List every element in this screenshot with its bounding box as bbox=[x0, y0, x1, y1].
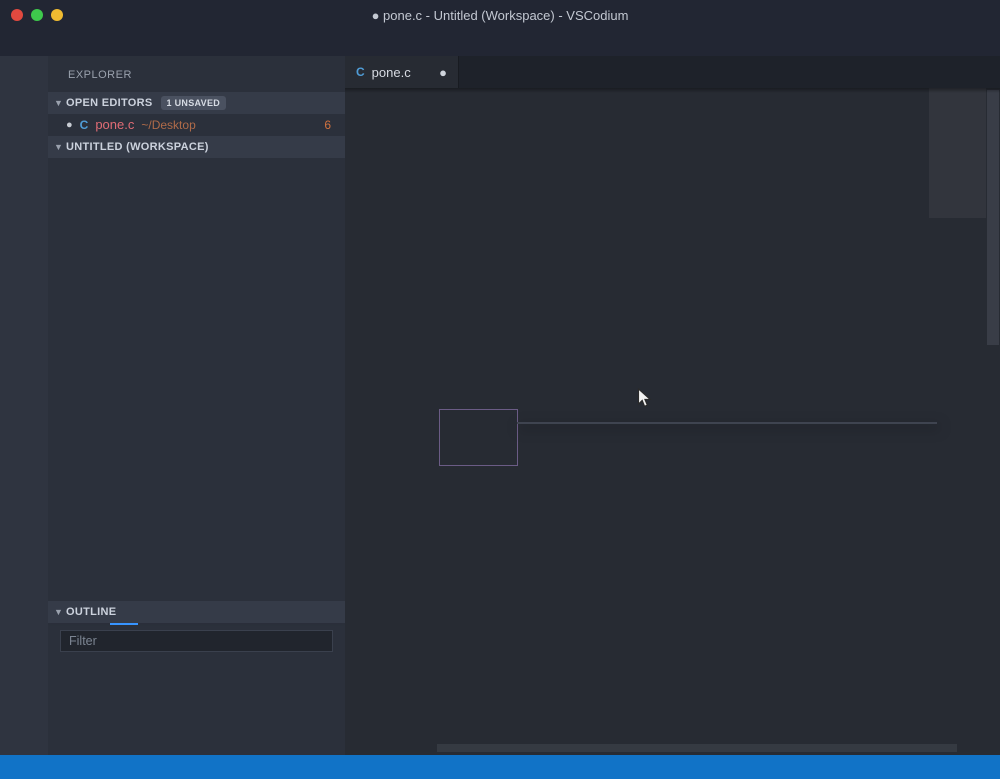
chevron-down-icon: ▼ bbox=[54, 141, 64, 152]
chevron-down-icon: ▼ bbox=[54, 98, 64, 108]
minimize-button[interactable] bbox=[31, 9, 43, 21]
status-bar bbox=[0, 755, 1000, 779]
open-editor-path: ~/Desktop bbox=[141, 117, 196, 132]
horizontal-scrollbar[interactable] bbox=[437, 744, 957, 752]
outline-filter-input[interactable] bbox=[60, 630, 333, 652]
code-editor[interactable] bbox=[345, 88, 1000, 755]
maximize-button[interactable] bbox=[51, 9, 63, 21]
open-editors-label: OPEN EDITORS bbox=[66, 97, 153, 109]
open-editor-filename: pone.c bbox=[95, 117, 135, 133]
unsaved-badge: 1 UNSAVED bbox=[160, 96, 227, 110]
close-button[interactable] bbox=[11, 9, 23, 21]
workspace-header[interactable]: ▼ UNTITLED (WORKSPACE) bbox=[48, 135, 345, 158]
explorer-sidebar: EXPLORER ▼ OPEN EDITORS 1 UNSAVED ● C po… bbox=[48, 56, 345, 755]
menu-bar bbox=[0, 30, 1000, 56]
current-line-box bbox=[439, 409, 518, 466]
window-controls bbox=[11, 9, 63, 21]
outline-progress-bar bbox=[110, 623, 138, 625]
editor-actions bbox=[984, 56, 1000, 88]
tab-label: pone.c bbox=[371, 64, 411, 80]
workspace-label: UNTITLED (WORKSPACE) bbox=[66, 140, 209, 153]
mouse-cursor bbox=[637, 387, 652, 413]
c-file-icon: C bbox=[79, 117, 89, 132]
outline-label: OUTLINE bbox=[66, 606, 117, 618]
problems-count-badge: 6 bbox=[324, 117, 331, 132]
minimap-slider[interactable] bbox=[929, 88, 986, 218]
c-file-icon: C bbox=[356, 65, 365, 79]
dirty-dot-icon[interactable]: ● bbox=[439, 65, 447, 80]
modified-dot-icon[interactable]: ● bbox=[66, 119, 73, 131]
title-bar: ● pone.c - Untitled (Workspace) - VSCodi… bbox=[0, 0, 1000, 30]
tab-bar: C pone.c ● bbox=[345, 56, 1000, 88]
tab-pone.c[interactable]: C pone.c ● bbox=[345, 56, 459, 88]
outline-header[interactable]: ▼ OUTLINE bbox=[48, 601, 345, 625]
sidebar-title: EXPLORER bbox=[68, 69, 132, 81]
suggest-widget bbox=[517, 422, 937, 424]
activity-bar bbox=[0, 56, 48, 755]
outline-section: ▼ OUTLINE bbox=[48, 601, 345, 755]
window-title: ● pone.c - Untitled (Workspace) - VSCodi… bbox=[371, 7, 629, 23]
open-editors-header[interactable]: ▼ OPEN EDITORS 1 UNSAVED bbox=[48, 92, 345, 114]
chevron-down-icon: ▼ bbox=[54, 607, 64, 617]
editor-group: C pone.c ● bbox=[345, 56, 1000, 755]
open-editor-item-pone.c[interactable]: ● C pone.c ~/Desktop 6 bbox=[48, 114, 345, 136]
vertical-scrollbar[interactable] bbox=[986, 88, 1000, 755]
